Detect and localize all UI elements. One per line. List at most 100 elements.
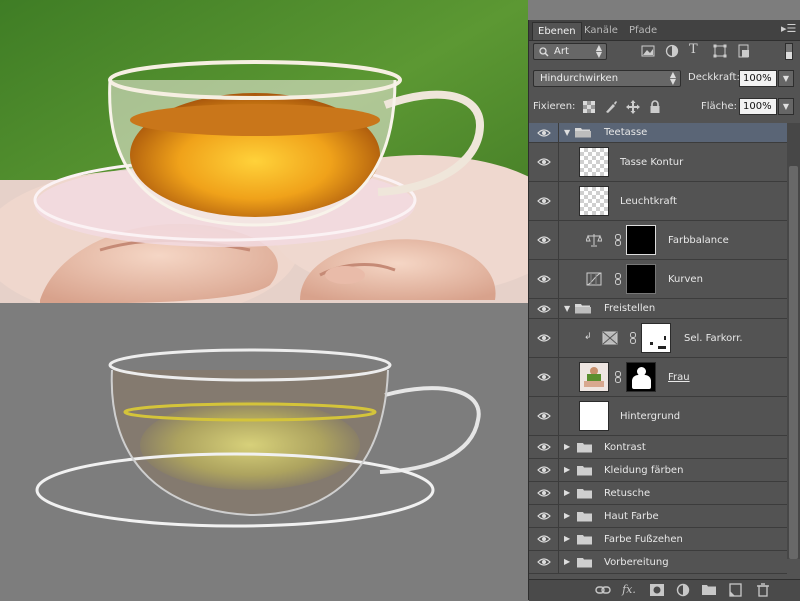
filter-pixel-icon[interactable]	[641, 44, 655, 58]
layer-row-retusche[interactable]: ▶ Retusche	[529, 482, 787, 505]
layer-row-haut-farbe[interactable]: ▶ Haut Farbe	[529, 505, 787, 528]
visibility-eye-icon[interactable]	[537, 442, 551, 452]
layer-name: Kontrast	[604, 442, 646, 453]
layer-name: Kurven	[668, 274, 703, 285]
trash-icon[interactable]	[755, 583, 771, 597]
layer-row-vorbereitung[interactable]: ▶ Vorbereitung	[529, 551, 787, 574]
lock-position-icon[interactable]	[626, 100, 640, 114]
curves-icon	[586, 272, 602, 286]
new-group-icon[interactable]	[701, 583, 717, 597]
layer-name: Leuchtkraft	[620, 196, 677, 207]
updown-arrows-icon: ▲ ▼	[595, 43, 602, 59]
layer-name: Sel. Farkorr.	[684, 333, 743, 344]
fill-label: Fläche:	[701, 101, 738, 112]
search-icon	[539, 47, 549, 57]
clipping-arrow-icon: ↲	[584, 332, 592, 342]
visibility-eye-icon[interactable]	[537, 128, 551, 138]
layer-row-sel-farkorr[interactable]: ↲ Sel. Farkorr.	[529, 319, 787, 358]
layer-mask-thumbnail[interactable]	[641, 323, 671, 353]
layer-name: Teetasse	[604, 127, 648, 138]
group-expand-triangle-icon[interactable]: ▼	[564, 304, 570, 313]
layer-row-leuchtkraft[interactable]: Leuchtkraft	[529, 182, 787, 221]
group-collapse-triangle-icon[interactable]: ▶	[564, 511, 570, 520]
filter-smartobject-icon[interactable]	[737, 44, 751, 58]
lock-transparent-pixels-icon[interactable]	[582, 100, 596, 114]
visibility-eye-icon[interactable]	[537, 488, 551, 498]
new-layer-icon[interactable]	[727, 583, 743, 597]
lock-label: Fixieren:	[533, 101, 576, 112]
layer-name: Tasse Kontur	[620, 157, 684, 168]
layer-filter-select[interactable]: Art ▲ ▼	[533, 43, 607, 60]
opacity-dropdown-button[interactable]: ▼	[778, 70, 794, 87]
group-expand-triangle-icon[interactable]: ▼	[564, 128, 570, 137]
visibility-eye-icon[interactable]	[537, 274, 551, 284]
panel-menu-icon[interactable]: ▸☰	[781, 23, 796, 35]
visibility-eye-icon[interactable]	[537, 465, 551, 475]
layer-row-freistellen[interactable]: ▼ Freistellen	[529, 299, 787, 319]
tab-ebenen[interactable]: Ebenen	[532, 22, 582, 40]
layer-name: Kleidung färben	[604, 465, 684, 476]
filter-type-icon[interactable]: T	[689, 42, 703, 57]
group-collapse-triangle-icon[interactable]: ▶	[564, 534, 570, 543]
layer-thumbnail-transparent	[579, 147, 609, 177]
visibility-eye-icon[interactable]	[537, 235, 551, 245]
filter-value: Art	[554, 46, 569, 57]
layer-row-kontrast[interactable]: ▶ Kontrast	[529, 436, 787, 459]
panel-tab-bar: Ebenen Kanäle Pfade ▸☰	[529, 20, 800, 41]
folder-icon	[577, 512, 592, 522]
layer-mask-thumbnail[interactable]	[626, 264, 656, 294]
layer-row-teetasse[interactable]: ▼ Teetasse	[529, 123, 787, 143]
link-icon[interactable]	[595, 583, 611, 597]
tab-pfade[interactable]: Pfade	[624, 22, 662, 40]
blend-mode-select[interactable]: Hindurchwirken ▲ ▼	[533, 70, 681, 87]
group-collapse-triangle-icon[interactable]: ▶	[564, 442, 570, 451]
mask-link-icon[interactable]	[615, 234, 621, 246]
layer-mask-thumbnail[interactable]	[626, 225, 656, 255]
layers-scrollbar-thumb[interactable]	[789, 166, 798, 559]
opacity-input[interactable]: 100%	[739, 70, 777, 87]
add-mask-icon[interactable]	[649, 583, 665, 597]
layer-list: ▼ Teetasse Tasse Kontur Leuchtkraft Farb…	[529, 123, 787, 579]
layer-row-kurven[interactable]: Kurven	[529, 260, 787, 299]
document-canvas[interactable]	[0, 0, 528, 600]
group-collapse-triangle-icon[interactable]: ▶	[564, 465, 570, 474]
visibility-eye-icon[interactable]	[537, 333, 551, 343]
group-collapse-triangle-icon[interactable]: ▶	[564, 488, 570, 497]
mask-link-icon[interactable]	[630, 332, 636, 344]
filter-toggle-switch[interactable]	[785, 43, 793, 60]
folder-icon	[577, 466, 592, 476]
layer-thumbnail-photo	[579, 362, 609, 392]
balance-scale-icon	[586, 234, 602, 247]
layer-row-hintergrund[interactable]: Hintergrund	[529, 397, 787, 436]
layer-row-tasse-kontur[interactable]: Tasse Kontur	[529, 143, 787, 182]
filter-shape-icon[interactable]	[713, 44, 727, 58]
lock-image-pixels-icon[interactable]	[604, 100, 618, 114]
visibility-eye-icon[interactable]	[537, 157, 551, 167]
layer-name: Vorbereitung	[604, 557, 669, 568]
visibility-eye-icon[interactable]	[537, 411, 551, 421]
lock-all-icon[interactable]	[648, 100, 662, 114]
layer-row-farbbalance[interactable]: Farbbalance	[529, 221, 787, 260]
visibility-eye-icon[interactable]	[537, 557, 551, 567]
fx-icon[interactable]: fx.	[621, 583, 637, 597]
visibility-eye-icon[interactable]	[537, 196, 551, 206]
filter-adjustment-icon[interactable]	[665, 44, 679, 58]
visibility-eye-icon[interactable]	[537, 372, 551, 382]
layer-name: Frau	[668, 372, 690, 383]
layer-name: Farbbalance	[668, 235, 729, 246]
visibility-eye-icon[interactable]	[537, 304, 551, 314]
layer-row-frau[interactable]: Frau	[529, 358, 787, 397]
mask-link-icon[interactable]	[615, 371, 621, 383]
adjustment-layer-icon[interactable]	[675, 583, 691, 597]
mask-link-icon[interactable]	[615, 273, 621, 285]
tab-kanaele[interactable]: Kanäle	[579, 22, 623, 40]
layer-row-farbe-fusszehen[interactable]: ▶ Farbe Fußzehen	[529, 528, 787, 551]
layer-mask-thumbnail[interactable]	[626, 362, 656, 392]
folder-icon	[577, 535, 592, 545]
fill-input[interactable]: 100%	[739, 98, 777, 115]
visibility-eye-icon[interactable]	[537, 534, 551, 544]
visibility-eye-icon[interactable]	[537, 511, 551, 521]
layer-row-kleidung-faerben[interactable]: ▶ Kleidung färben	[529, 459, 787, 482]
group-collapse-triangle-icon[interactable]: ▶	[564, 557, 570, 566]
fill-dropdown-button[interactable]: ▼	[778, 98, 794, 115]
